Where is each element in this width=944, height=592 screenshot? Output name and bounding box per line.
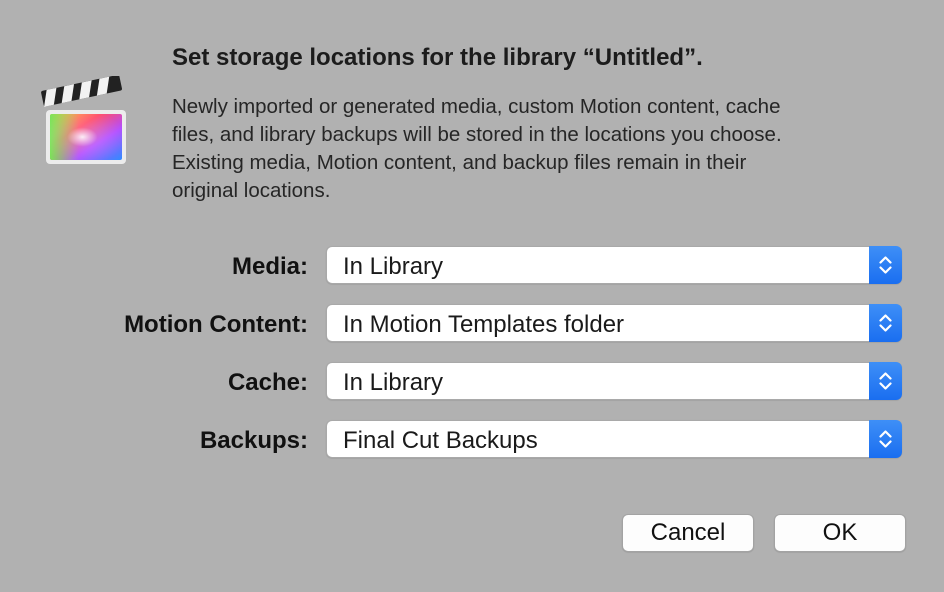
motion-content-popup-value: In Motion Templates folder [343, 311, 625, 338]
backups-label: Backups: [199, 427, 308, 454]
media-popup[interactable]: In Library [326, 246, 902, 284]
backups-popup[interactable]: Final Cut Backups [326, 420, 902, 458]
cache-popup-value: In Library [343, 369, 444, 396]
message-line: Newly imported or generated media, custo… [172, 95, 781, 118]
message-line: original locations. [172, 179, 331, 202]
motion-content-popup[interactable]: In Motion Templates folder [326, 304, 902, 342]
ok-button[interactable]: OK [774, 514, 906, 552]
motion-content-label: Motion Content: [124, 311, 308, 338]
media-popup-value: In Library [343, 253, 444, 280]
final-cut-pro-icon [38, 74, 134, 172]
message-line: Existing media, Motion content, and back… [172, 151, 747, 174]
cancel-button[interactable]: Cancel [622, 514, 754, 552]
up-down-chevron-icon [869, 362, 902, 400]
up-down-chevron-icon [869, 246, 902, 284]
message-line: files, and library backups will be store… [172, 123, 782, 146]
cache-popup[interactable]: In Library [326, 362, 902, 400]
dialog-message: Newly imported or generated media, custo… [172, 93, 912, 205]
backups-popup-value: Final Cut Backups [343, 427, 538, 454]
media-label: Media: [231, 253, 308, 280]
up-down-chevron-icon [869, 420, 902, 458]
cache-label: Cache: [227, 369, 308, 396]
storage-locations-dialog: Set storage locations for the library “U… [0, 0, 944, 592]
dialog-title: Set storage locations for the library “U… [172, 44, 703, 71]
up-down-chevron-icon [869, 304, 902, 342]
